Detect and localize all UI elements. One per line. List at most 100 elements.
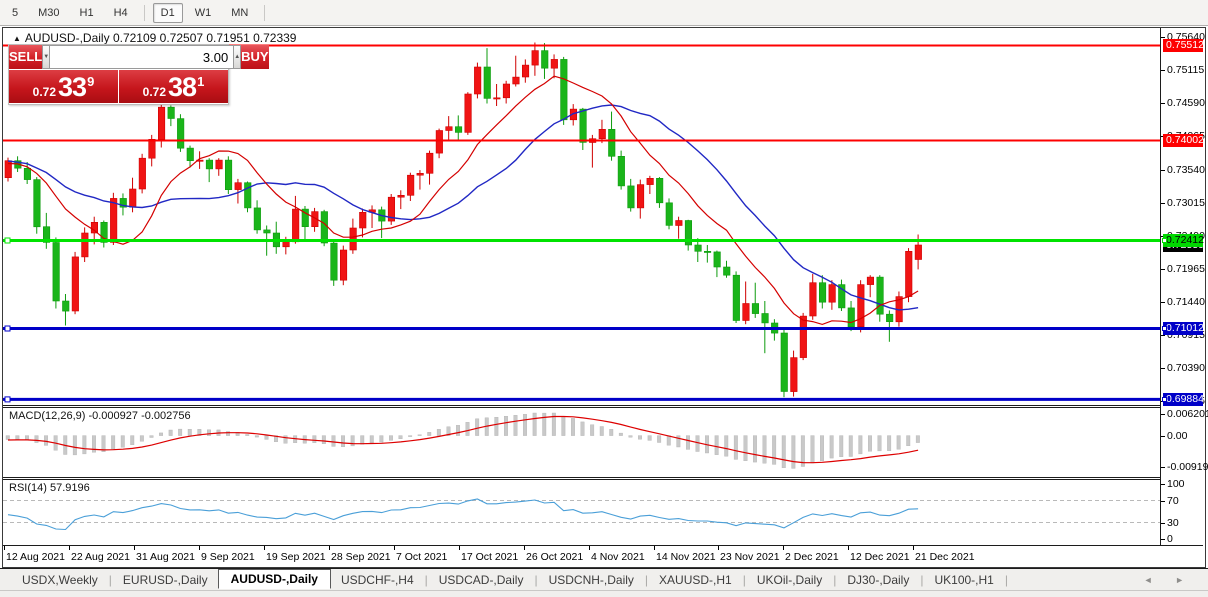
tab-nav-arrows[interactable]: ◄ ► <box>1144 575 1194 585</box>
chart-window: ▲ AUDUSD-,Daily 0.72109 0.72507 0.71951 0… <box>2 27 1208 568</box>
date-label: 4 Nov 2021 <box>591 551 645 563</box>
macd-signal-line <box>7 415 919 464</box>
date-tick <box>718 546 719 550</box>
chart-tab-usdx-weekly[interactable]: USDX,Weekly <box>12 571 108 589</box>
level-price-label: 0.75512 <box>1163 39 1204 52</box>
chart-tab-uk100-h1[interactable]: UK100-,H1 <box>924 571 1003 589</box>
price-chart-panel[interactable]: ▲ AUDUSD-,Daily 0.72109 0.72507 0.71951 0… <box>3 28 1160 405</box>
rsi-label: RSI(14) 57.9196 <box>9 482 90 494</box>
line-anchor <box>1162 397 1167 402</box>
chevron-down-icon: ▼ <box>43 54 50 60</box>
macd-panel: MACD(12,26,9) -0.000927 -0.002756 <box>3 408 1160 477</box>
price-axis[interactable]: 0.756400.751150.745900.740650.735400.730… <box>1160 28 1208 545</box>
date-label: 12 Aug 2021 <box>6 551 65 563</box>
macd-tick-label: 0.00 <box>1167 430 1188 442</box>
chart-tab-eurusd-daily[interactable]: EURUSD-,Daily <box>113 571 218 589</box>
chart-tab-usdcnh-daily[interactable]: USDCNH-,Daily <box>539 571 644 589</box>
level-price-label: 0.69884 <box>1163 393 1204 406</box>
buy-price-box[interactable]: 0.72 38 1 <box>119 70 228 103</box>
date-tick <box>783 546 784 550</box>
timeframe-button-m30[interactable]: M30 <box>30 3 67 23</box>
date-label: 7 Oct 2021 <box>396 551 448 563</box>
chart-tab-bar: USDX,Weekly | EURUSD-,Daily AUDUSD-,Daily US… <box>0 568 1208 590</box>
date-label: 21 Dec 2021 <box>915 551 975 563</box>
date-axis[interactable]: 12 Aug 2021 22 Aug 2021 31 Aug 2021 9 Sep 2… <box>3 545 1203 567</box>
chart-tab-xauusd-h1[interactable]: XAUUSD-,H1 <box>649 571 742 589</box>
macd-tick <box>1161 414 1165 415</box>
timeframe-button-5[interactable]: 5 <box>4 3 26 23</box>
buy-button[interactable]: BUY <box>241 45 269 69</box>
price-tick <box>1161 368 1165 369</box>
status-strip <box>0 590 1208 597</box>
sell-price-box[interactable]: 0.72 33 9 <box>9 70 118 103</box>
chart-tab-usdchf-h4[interactable]: USDCHF-,H4 <box>331 571 424 589</box>
date-tick <box>69 546 70 550</box>
rsi-panel: RSI(14) 57.9196 <box>3 480 1160 545</box>
price-tick-label: 0.73015 <box>1167 197 1205 209</box>
tab-separator: | <box>1004 572 1008 587</box>
timeframe-button-d1[interactable]: D1 <box>152 2 183 23</box>
sell-button[interactable]: SELL <box>9 45 43 69</box>
timeframe-button-h1[interactable]: H1 <box>72 3 102 23</box>
macd-tick-label: -0.009197 <box>1167 461 1208 473</box>
chart-title-symbol: AUDUSD-,Daily <box>24 31 110 45</box>
symbol-triangle-icon: ▲ <box>13 34 21 43</box>
ma-fast-line <box>7 75 919 326</box>
timeframe-button-h4[interactable]: H4 <box>106 3 136 23</box>
price-tick <box>1161 203 1165 204</box>
rsi-chart-surface <box>3 498 1160 531</box>
chevron-up-icon: ▲ <box>234 54 241 60</box>
chart-tab-dj30-daily[interactable]: DJ30-,Daily <box>837 571 919 589</box>
volume-decrease-button[interactable]: ▼ <box>42 45 51 69</box>
date-label: 31 Aug 2021 <box>136 551 195 563</box>
tab-separator: | <box>534 572 538 587</box>
date-tick <box>199 546 200 550</box>
price-tick <box>1161 103 1165 104</box>
date-tick <box>459 546 460 550</box>
volume-increase-button[interactable]: ▲ <box>233 45 242 69</box>
timeframe-button-mn[interactable]: MN <box>223 3 256 23</box>
level-price-label: 0.71012 <box>1163 322 1204 335</box>
tab-separator: | <box>644 572 649 587</box>
date-tick <box>654 546 655 550</box>
chart-title-ohlc: 0.72109 0.72507 0.71951 0.72339 <box>112 31 297 45</box>
price-tick-label: 0.74590 <box>1167 97 1205 109</box>
price-tick-label: 0.71440 <box>1167 296 1205 308</box>
date-label: 9 Sep 2021 <box>201 551 255 563</box>
chart-tab-audusd-daily[interactable]: AUDUSD-,Daily <box>217 568 331 589</box>
date-label: 12 Dec 2021 <box>850 551 910 563</box>
level-price-label: 0.72412 <box>1163 234 1204 247</box>
rsi-tick-label: 0 <box>1167 533 1173 545</box>
toolbar-separator <box>264 4 266 21</box>
tab-separator: | <box>424 572 428 587</box>
tab-separator: | <box>742 572 746 587</box>
chart-tab-usdcad-daily[interactable]: USDCAD-,Daily <box>429 571 534 589</box>
volume-input[interactable] <box>50 45 234 69</box>
price-tick-label: 0.71965 <box>1167 263 1205 275</box>
toolbar-separator <box>143 4 145 21</box>
price-tick <box>1161 269 1165 270</box>
sell-price-big: 33 <box>58 72 87 102</box>
sell-price-pip: 9 <box>87 74 95 89</box>
rsi-line <box>7 498 919 531</box>
rsi-tick <box>1161 501 1165 502</box>
buy-price-prefix: 0.72 <box>142 85 167 99</box>
price-tick <box>1161 335 1165 336</box>
macd-tick <box>1161 467 1165 468</box>
date-tick <box>394 546 395 550</box>
price-tick <box>1161 302 1165 303</box>
date-tick <box>913 546 914 550</box>
price-tick-label: 0.73540 <box>1167 164 1205 176</box>
date-label: 14 Nov 2021 <box>656 551 716 563</box>
rsi-tick <box>1161 523 1165 524</box>
timeframe-toolbar: 5 M30 H1 H4 D1 W1 MN <box>0 0 1208 26</box>
date-label: 28 Sep 2021 <box>331 551 391 563</box>
date-label: 19 Sep 2021 <box>266 551 326 563</box>
date-tick <box>134 546 135 550</box>
one-click-trade-panel: SELL ▼ ▲ BUY 0.72339 0.72381 <box>8 44 269 105</box>
date-label: 26 Oct 2021 <box>526 551 584 563</box>
rsi-tick-label: 30 <box>1167 517 1179 529</box>
date-label: 17 Oct 2021 <box>461 551 519 563</box>
chart-tab-ukoil-daily[interactable]: UKOil-,Daily <box>747 571 832 589</box>
timeframe-button-w1[interactable]: W1 <box>187 3 220 23</box>
